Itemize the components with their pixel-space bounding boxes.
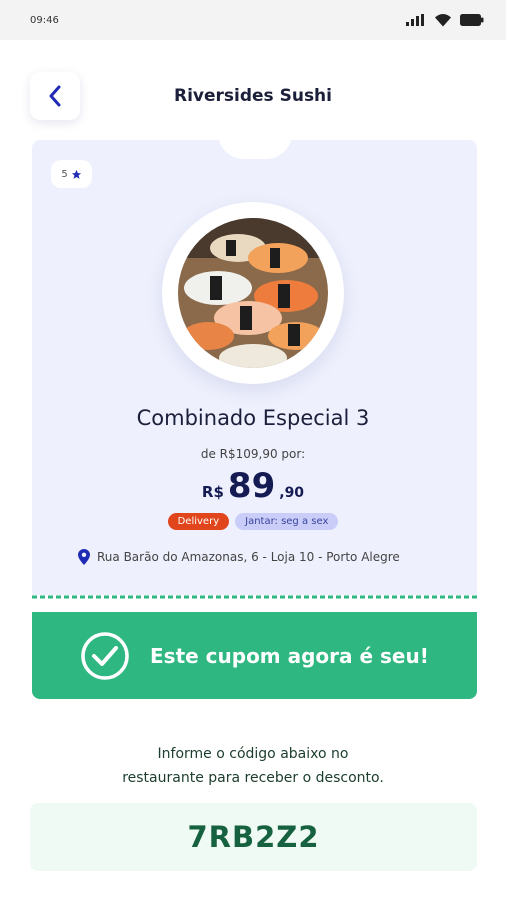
price-currency: R$ (201, 483, 224, 501)
food-image-frame (162, 202, 344, 384)
perforation-divider (32, 590, 477, 599)
tags: Delivery Jantar: seg a sex (0, 513, 506, 530)
instructions-line-2: restaurante para receber o desconto. (122, 770, 384, 786)
status-time: 09:46 (30, 14, 59, 26)
claimed-text: Este cupom agora é seu! (150, 643, 429, 668)
star-icon (71, 169, 81, 179)
coupon-code[interactable]: 7RB2Z2 (30, 803, 477, 871)
address-text: Rua Barão do Amazonas, 6 - Loja 10 - Por… (97, 550, 400, 564)
price: R$ 89 ,90 (0, 464, 506, 508)
battery-icon (460, 14, 484, 26)
rating-badge: 5 (51, 160, 92, 188)
status-icons (406, 13, 484, 27)
price-cents: ,90 (279, 485, 305, 501)
page-title: Riversides Sushi (174, 86, 332, 106)
location-pin-icon (78, 549, 90, 565)
old-price: de R$109,90 por: (200, 447, 306, 461)
coupon-claimed-banner: Este cupom agora é seu! (32, 612, 477, 699)
rating-value: 5 (61, 168, 68, 180)
price-integer: 89 (227, 466, 276, 506)
signal-icon (406, 14, 424, 26)
wifi-icon (435, 13, 451, 26)
check-circle-icon (81, 631, 129, 680)
tag-delivery: Delivery (167, 513, 230, 530)
instructions-line-1: Informe o código abaixo no (157, 746, 349, 762)
address: Rua Barão do Amazonas, 6 - Loja 10 - Por… (78, 549, 400, 565)
tag-dinner-hours: Jantar: seg a sex (235, 513, 339, 530)
sushi-image (178, 218, 328, 368)
product-name: Combinado Especial 3 (136, 406, 370, 430)
instructions: Informe o código abaixo no restaurante p… (0, 742, 506, 790)
status-bar: 09:46 (0, 0, 506, 40)
